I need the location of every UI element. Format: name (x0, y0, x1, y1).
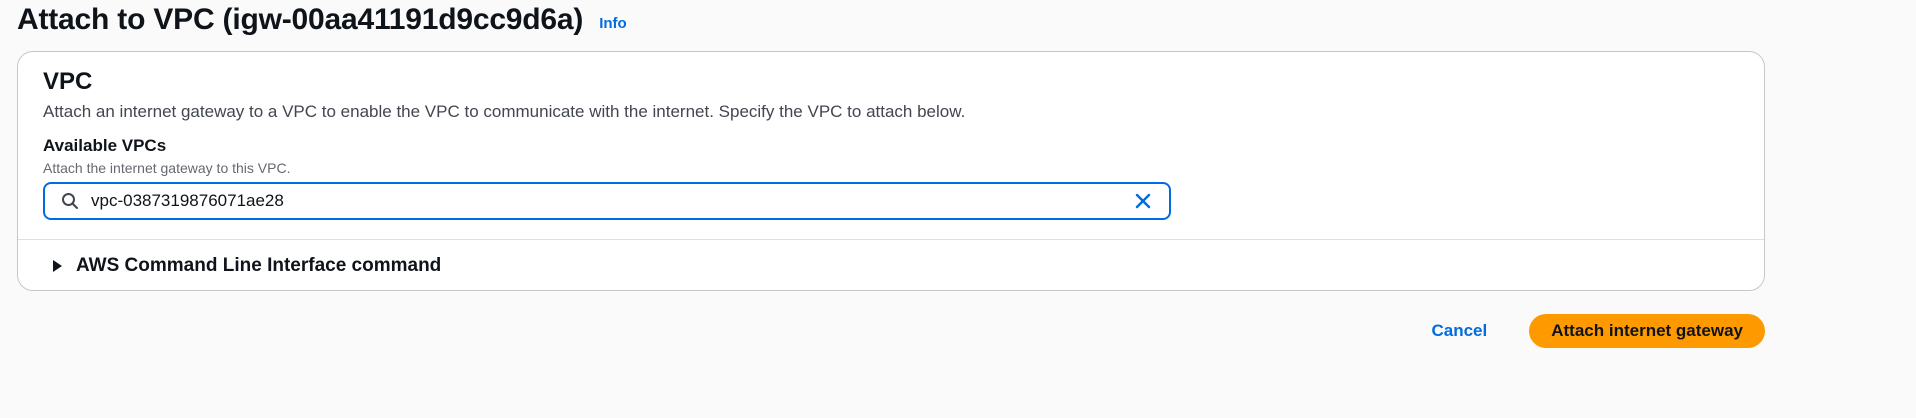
page-header: Attach to VPC (igw-00aa41191d9cc9d6a) In… (17, 0, 627, 40)
section-description: Attach an internet gateway to a VPC to e… (43, 102, 966, 121)
search-icon (59, 190, 81, 212)
attach-internet-gateway-button[interactable]: Attach internet gateway (1529, 314, 1765, 348)
cancel-button[interactable]: Cancel (1431, 321, 1487, 341)
close-icon[interactable] (1131, 189, 1155, 213)
vpc-search-box[interactable] (43, 182, 1171, 220)
info-link[interactable]: Info (599, 15, 627, 32)
available-vpcs-label: Available VPCs (43, 136, 167, 155)
cli-command-label: AWS Command Line Interface command (76, 255, 442, 276)
vpc-container-body: VPC Attach an internet gateway to a VPC … (18, 52, 1764, 240)
form-actions: Cancel Attach internet gateway (1431, 314, 1765, 348)
page-title: Attach to VPC (igw-00aa41191d9cc9d6a) (17, 3, 584, 36)
section-title: VPC (43, 68, 93, 95)
caret-right-icon (52, 259, 64, 273)
available-vpcs-description: Attach the internet gateway to this VPC. (43, 160, 291, 176)
vpc-search-input[interactable] (91, 191, 1131, 211)
vpc-container: VPC Attach an internet gateway to a VPC … (17, 51, 1765, 291)
cli-command-expander[interactable]: AWS Command Line Interface command (18, 240, 1764, 290)
